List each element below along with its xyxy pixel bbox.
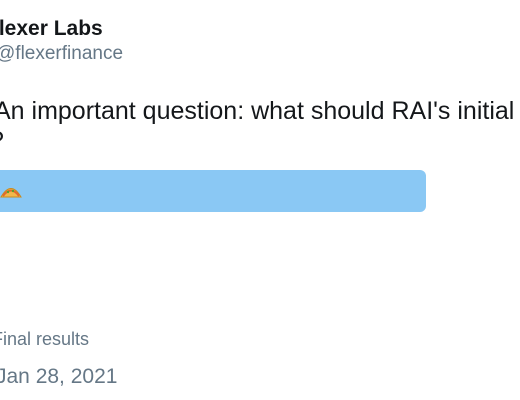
taco-emoji-icon — [0, 188, 22, 198]
tweet-text: An important question: what should RAI's… — [0, 97, 515, 125]
author-handle[interactable]: @flexerfinance — [0, 42, 123, 66]
tweet-date[interactable]: Jan 28, 2021 — [0, 364, 117, 390]
poll-status: Final results — [0, 329, 90, 349]
tweet-text-continued: ? — [0, 126, 4, 156]
poll-option-bar — [0, 170, 426, 212]
author-name[interactable]: Flexer Labs — [0, 16, 103, 42]
